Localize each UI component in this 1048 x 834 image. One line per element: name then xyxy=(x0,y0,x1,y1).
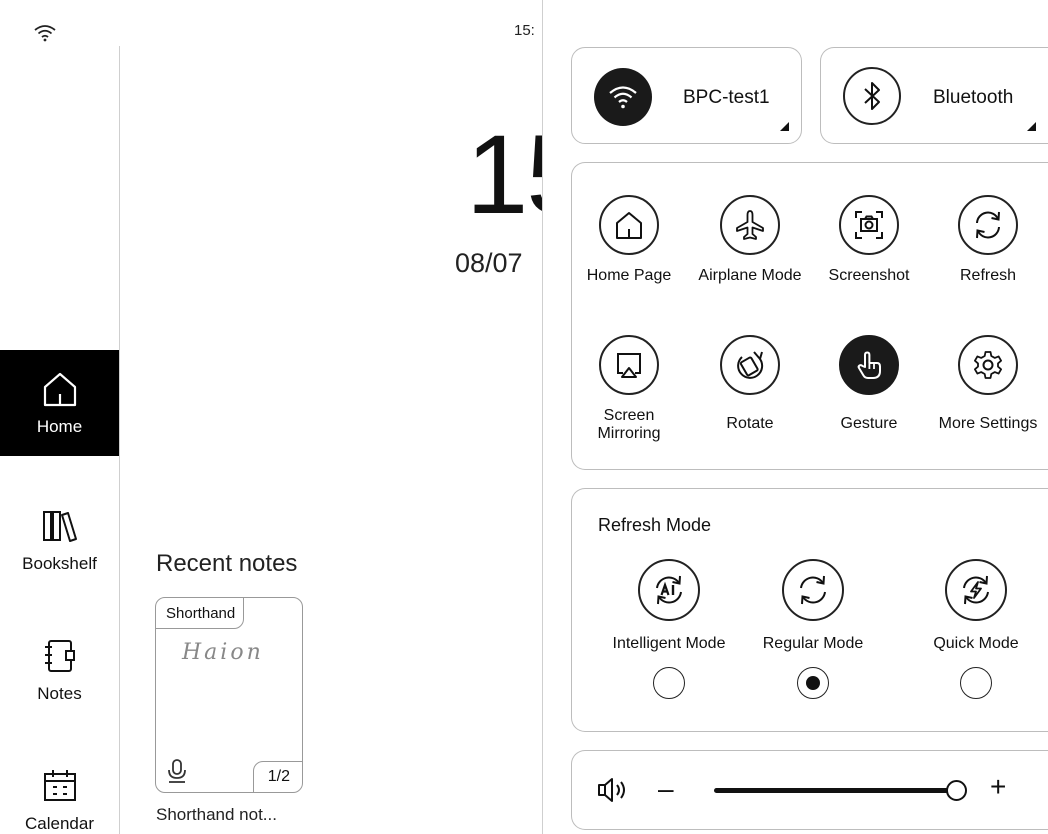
ai-refresh-icon xyxy=(656,575,682,605)
rotate-button[interactable]: Rotate xyxy=(690,335,810,433)
intelligent-mode-option[interactable]: Intelligent Mode xyxy=(594,559,744,699)
screen-mirroring-label: Screen Mirroring xyxy=(597,407,661,442)
screen-mirroring-button[interactable]: Screen Mirroring xyxy=(569,335,689,443)
refresh-mode-card: Refresh Mode Intelligent Mode Regular Mo… xyxy=(571,488,1048,732)
notebook-icon xyxy=(44,640,75,672)
home-page-label: Home Page xyxy=(586,267,672,284)
quick-actions-card: Home Page Airplane Mode Screenshot Refre… xyxy=(571,162,1048,470)
bluetooth-toggle-button[interactable] xyxy=(843,67,901,125)
note-tag: Shorthand xyxy=(156,598,245,629)
bookshelf-icon xyxy=(42,511,77,542)
wifi-toggle-card[interactable]: BPC-test1 xyxy=(571,47,802,144)
bluetooth-label: Bluetooth xyxy=(933,87,1014,108)
airplane-mode-label: Airplane Mode xyxy=(698,267,802,284)
volume-card: – + xyxy=(571,750,1048,830)
regular-mode-radio[interactable] xyxy=(797,667,829,699)
quick-refresh-icon xyxy=(963,575,989,605)
volume-slider-handle[interactable] xyxy=(946,780,967,801)
wifi-network-label: BPC-test1 xyxy=(683,87,770,108)
rotate-label: Rotate xyxy=(726,415,774,432)
note-page-indicator: 1/2 xyxy=(252,761,302,792)
wifi-status-icon xyxy=(34,25,56,42)
screenshot-icon xyxy=(855,211,883,239)
screenshot-label: Screenshot xyxy=(828,267,910,284)
more-settings-button[interactable]: More Settings xyxy=(928,335,1048,433)
quick-mode-option[interactable]: Quick Mode xyxy=(901,559,1048,699)
home-icon xyxy=(43,372,76,407)
intelligent-mode-label: Intelligent Mode xyxy=(612,635,726,652)
sidebar-divider xyxy=(119,46,120,834)
refresh-button[interactable]: Refresh xyxy=(928,195,1048,285)
wifi-expand-indicator[interactable] xyxy=(780,122,789,131)
volume-up-button[interactable]: + xyxy=(990,771,1006,803)
intelligent-mode-radio[interactable] xyxy=(653,667,685,699)
screenshot-button[interactable]: Screenshot xyxy=(809,195,929,285)
status-time: 15: xyxy=(514,22,535,39)
calendar-icon xyxy=(43,770,76,801)
recent-notes-title: Recent notes xyxy=(156,550,298,577)
bluetooth-toggle-card[interactable]: Bluetooth xyxy=(820,47,1048,144)
quick-mode-label: Quick Mode xyxy=(933,635,1019,652)
note-title: Shorthand not... xyxy=(156,805,277,824)
sidebar-item-label: Bookshelf xyxy=(22,554,97,573)
sidebar-item-calendar[interactable]: Calendar xyxy=(0,760,119,834)
home-page-button[interactable]: Home Page xyxy=(569,195,689,285)
note-handwriting-preview: Haion xyxy=(182,640,264,665)
screen-mirroring-icon xyxy=(617,353,641,378)
rotate-icon xyxy=(737,351,764,379)
volume-down-button[interactable]: – xyxy=(658,773,674,805)
airplane-icon xyxy=(736,210,764,240)
quick-mode-radio[interactable] xyxy=(960,667,992,699)
radio-selected-dot xyxy=(806,676,820,690)
refresh-mode-title: Refresh Mode xyxy=(598,515,712,535)
refresh-label: Refresh xyxy=(959,267,1017,284)
bluetooth-expand-indicator[interactable] xyxy=(1027,122,1036,131)
volume-slider-track[interactable] xyxy=(714,788,962,793)
gesture-button[interactable]: Gesture xyxy=(809,335,929,433)
sidebar-item-label: Calendar xyxy=(25,814,94,833)
home-icon xyxy=(616,212,642,239)
gesture-icon xyxy=(857,351,881,379)
microphone-icon xyxy=(168,759,186,783)
gesture-label: Gesture xyxy=(840,415,898,432)
refresh-icon xyxy=(800,575,826,605)
sidebar-item-bookshelf[interactable]: Bookshelf xyxy=(0,495,119,585)
refresh-icon xyxy=(976,211,1000,239)
sidebar-item-notes[interactable]: Notes xyxy=(0,625,119,715)
more-settings-label: More Settings xyxy=(938,415,1038,432)
note-card[interactable]: Shorthand Haion 1/2 xyxy=(155,597,303,793)
sidebar-item-label: Home xyxy=(36,417,83,436)
bluetooth-icon xyxy=(864,82,880,110)
gear-icon xyxy=(974,351,1002,379)
sidebar-item-home[interactable]: Home xyxy=(0,350,119,456)
speaker-icon xyxy=(598,778,625,802)
home-date: 08/07 xyxy=(455,248,523,278)
sidebar-item-label: Notes xyxy=(37,684,82,703)
wifi-toggle-button[interactable] xyxy=(594,68,652,126)
airplane-mode-button[interactable]: Airplane Mode xyxy=(690,195,810,285)
regular-mode-option[interactable]: Regular Mode xyxy=(738,559,888,699)
regular-mode-label: Regular Mode xyxy=(762,635,864,652)
wifi-icon xyxy=(609,86,637,109)
